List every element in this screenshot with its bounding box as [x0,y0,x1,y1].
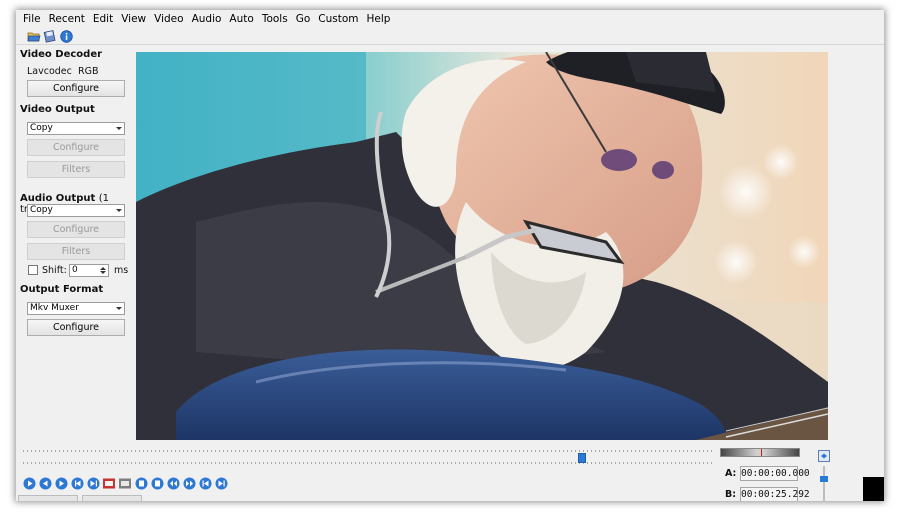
video-codec-value: Copy [30,123,53,133]
marker-b-label: B: [725,489,737,500]
previous-black-frame-icon[interactable] [166,476,180,490]
bottom-tab[interactable] [82,495,142,501]
video-codec-select[interactable]: Copy [27,122,125,135]
rewind-icon[interactable] [38,476,52,490]
audio-meter [720,448,800,457]
audio-filters-button[interactable]: Filters [27,243,125,260]
spin-up-icon[interactable] [100,267,106,270]
next-keyframe-icon[interactable] [86,476,100,490]
audio-output-title-text: Audio Output [20,193,96,204]
timeline [16,446,716,476]
video-preview[interactable] [136,52,828,440]
decoder-name: Lavcodec [27,66,72,77]
spin-down-icon[interactable] [100,271,106,274]
menu-auto[interactable]: Auto [225,10,257,28]
shift-value: 0 [72,265,78,275]
volume-slider-thumb[interactable] [820,476,828,482]
muxer-value: Mkv Muxer [30,303,79,313]
mini-preview [863,477,884,501]
toolbar [16,28,884,45]
app-window: File Recent Edit View Video Audio Auto T… [16,10,884,501]
goto-marker-a-icon[interactable] [134,476,148,490]
audio-codec-select[interactable]: Copy [27,204,125,217]
audio-output-configure-button[interactable]: Configure [27,221,125,238]
volume-icon[interactable] [818,450,830,462]
playback-controls [22,475,228,491]
video-decoder-title: Video Decoder [20,49,103,60]
menu-view[interactable]: View [117,10,150,28]
menu-audio[interactable]: Audio [188,10,226,28]
volume-slider-track[interactable] [823,466,825,501]
forward-icon[interactable] [54,476,68,490]
chevron-down-icon [116,307,122,310]
marker-b-time[interactable]: 00:00:25.292 [740,487,810,501]
shift-checkbox[interactable] [28,265,38,275]
timeline-ticks [23,450,713,452]
menu-custom[interactable]: Custom [314,10,362,28]
decoder-colorspace: RGB [78,66,99,77]
next-black-frame-icon[interactable] [182,476,196,490]
chevron-down-icon [116,127,122,130]
shift-unit: ms [114,265,129,276]
set-marker-a-icon[interactable] [102,476,116,490]
video-output-title: Video Output [20,104,95,115]
set-marker-b-icon[interactable] [118,476,132,490]
info-icon[interactable] [59,29,73,43]
previous-keyframe-icon[interactable] [70,476,84,490]
video-output-configure-button[interactable]: Configure [27,139,125,156]
left-panel: Video Decoder Lavcodec RGB Configure Vid… [16,46,134,446]
shift-input[interactable]: 0 [69,264,109,277]
bottom-tabs [18,495,142,501]
menubar: File Recent Edit View Video Audio Auto T… [16,10,884,28]
muxer-select[interactable]: Mkv Muxer [27,302,125,315]
last-frame-icon[interactable] [214,476,228,490]
output-format-title: Output Format [20,284,104,295]
chevron-down-icon [116,209,122,212]
goto-marker-b-icon[interactable] [150,476,164,490]
video-filters-button[interactable]: Filters [27,161,125,178]
menu-edit[interactable]: Edit [89,10,117,28]
marker-a-label: A: [725,468,737,479]
audio-codec-value: Copy [30,205,53,215]
menu-help[interactable]: Help [362,10,394,28]
bottom-tab[interactable] [18,495,78,501]
play-icon[interactable] [22,476,36,490]
timeline-slider-thumb[interactable] [577,453,586,463]
meter-marker [761,449,762,456]
menu-recent[interactable]: Recent [45,10,89,28]
video-decoder-configure-button[interactable]: Configure [27,80,125,97]
menu-file[interactable]: File [19,10,45,28]
first-frame-icon[interactable] [198,476,212,490]
shift-label: Shift: [42,265,67,276]
timeline-ticks [23,462,713,464]
save-file-icon[interactable] [43,29,57,43]
time-panel: A: 00:00:00.000 B: 00:00:25.292 [720,446,880,501]
menu-go[interactable]: Go [292,10,315,28]
menu-video[interactable]: Video [150,10,187,28]
menu-tools[interactable]: Tools [258,10,292,28]
open-file-icon[interactable] [27,29,41,43]
output-format-configure-button[interactable]: Configure [27,319,125,336]
marker-a-time[interactable]: 00:00:00.000 [740,466,810,481]
